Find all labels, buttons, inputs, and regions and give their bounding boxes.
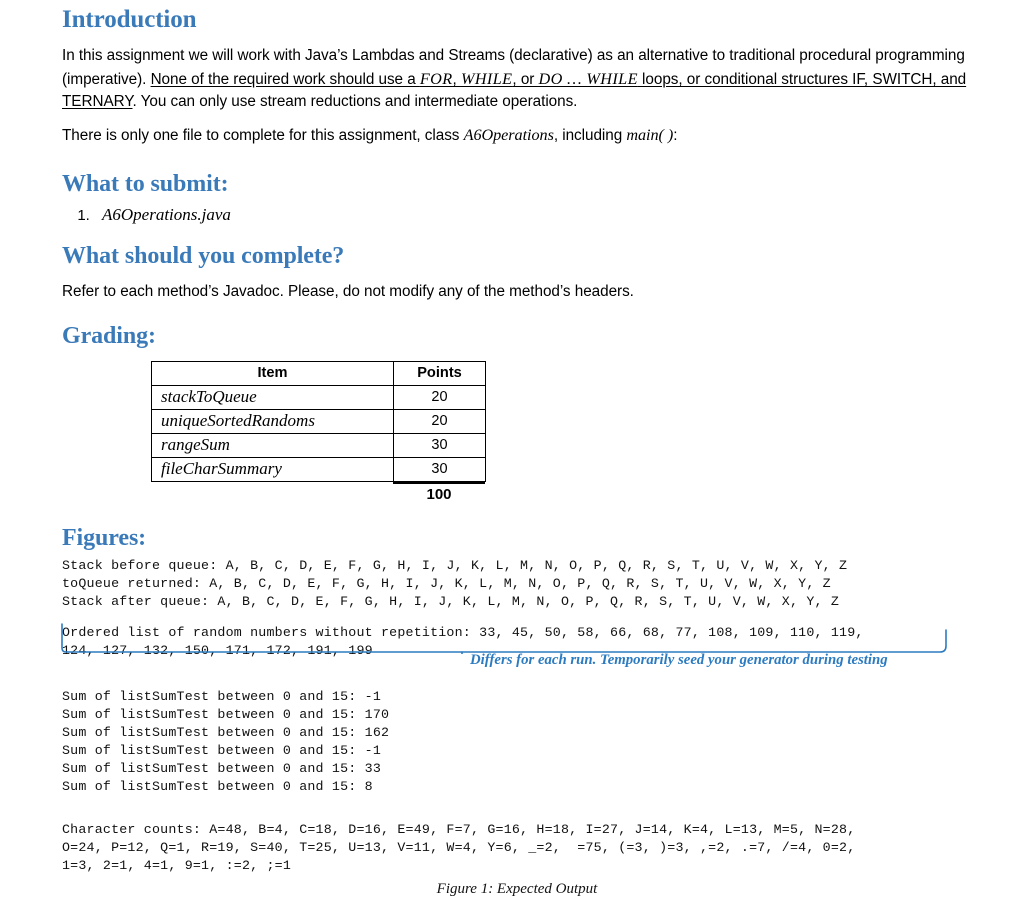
intro-p1-part-b: . You can only use stream reductions and… [132, 93, 578, 111]
grading-table: Item Points stackToQueue 20 uniqueSorted… [151, 360, 486, 482]
output-character-counts: Character counts: A=48, B=4, C=18, D=16,… [62, 821, 856, 873]
column-header-item: Item [151, 360, 394, 386]
grading-item-points: 20 [393, 408, 486, 434]
output-stack-queue: Stack before queue: A, B, C, D, E, F, G,… [62, 557, 848, 609]
annotation-label-random-differs: Differs for each run. Temporarily seed y… [470, 651, 888, 668]
intro-p1-underline-lead: None of the required work should use a [150, 70, 420, 88]
intro-p2-part-b: , including [553, 126, 627, 144]
document-page: Introduction In this assignment we will … [0, 0, 1024, 897]
intro-paragraph-2: There is only one file to complete for t… [62, 124, 972, 148]
document-content: Introduction In this assignment we will … [61, 0, 972, 898]
complete-paragraph: Refer to each method’s Javadoc. Please, … [62, 283, 634, 301]
heading-grading: Grading: [62, 322, 156, 349]
column-header-points: Points [393, 360, 486, 386]
list-item: A6Operations.java [94, 205, 972, 225]
grading-item-name: rangeSum [151, 432, 394, 458]
submit-file-list: A6Operations.java [62, 205, 972, 225]
class-name-a6operations: A6Operations [463, 125, 554, 144]
keyword-for: FOR [419, 69, 453, 88]
grading-item-name: uniqueSortedRandoms [151, 408, 394, 434]
table-row: stackToQueue 20 [151, 384, 486, 410]
grading-table-wrapper: Item Points stackToQueue 20 uniqueSorted… [151, 360, 486, 503]
intro-p2-part-a: There is only one file to complete for t… [62, 126, 464, 144]
grading-item-points: 30 [393, 432, 486, 458]
grading-item-name: fileCharSummary [151, 456, 394, 482]
figure-caption: Figure 1: Expected Output [436, 880, 598, 897]
intro-p2-part-c: : [673, 126, 678, 144]
keyword-do-while: DO … WHILE [538, 69, 638, 88]
table-header-row: Item Points [151, 360, 486, 386]
intro-p1-sep-2: , or [512, 70, 539, 88]
heading-introduction: Introduction [62, 6, 197, 33]
heading-what-to-submit: What to submit: [62, 171, 229, 198]
heading-what-should-you-complete: What should you complete? [62, 243, 345, 270]
intro-paragraph-1: In this assignment we will work with Jav… [62, 45, 972, 113]
heading-figures: Figures: [62, 524, 147, 551]
method-main: main( ) [626, 125, 674, 144]
grading-item-points: 30 [393, 456, 486, 482]
grading-total: 100 [393, 481, 485, 503]
keyword-while: WHILE [460, 69, 513, 88]
random-list-group: Ordered list of random numbers without r… [61, 622, 972, 668]
table-row: uniqueSortedRandoms 20 [151, 408, 486, 434]
output-sum-listsumtest: Sum of listSumTest between 0 and 15: -1 … [62, 688, 390, 794]
grading-item-points: 20 [393, 384, 486, 410]
table-row: fileCharSummary 30 [151, 456, 486, 482]
intro-p1-sep-1: , [452, 70, 461, 88]
grading-item-name: stackToQueue [151, 384, 394, 410]
figures-output-block: Stack before queue: A, B, C, D, E, F, G,… [61, 557, 972, 898]
table-row: rangeSum 30 [151, 432, 486, 458]
